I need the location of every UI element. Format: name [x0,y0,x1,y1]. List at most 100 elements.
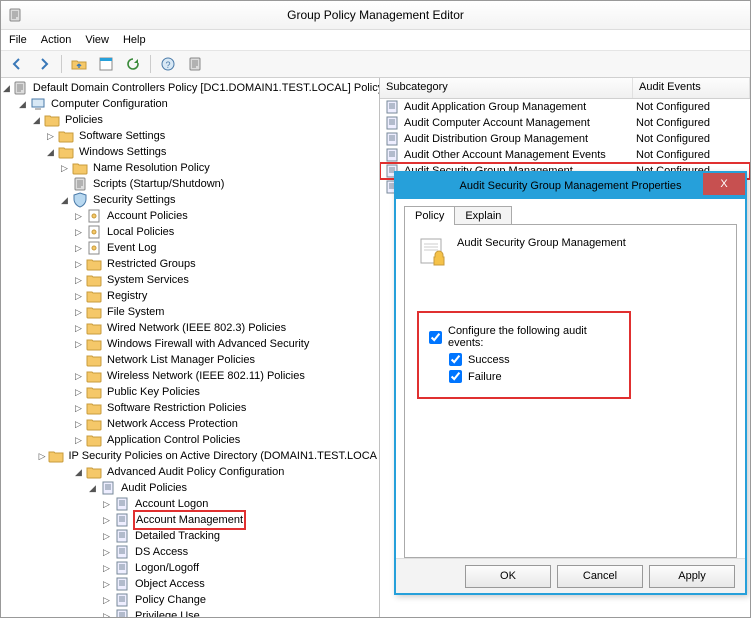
apply-button[interactable]: Apply [649,565,735,588]
expand-icon[interactable]: ▷ [73,435,84,446]
tree-item[interactable]: ▷Account Management [3,512,379,528]
tree-item[interactable]: ▷Event Log [3,240,379,256]
column-audit-events[interactable]: Audit Events [633,78,750,98]
tree-item[interactable]: ▷Software Settings [3,128,379,144]
up-button[interactable] [67,52,91,76]
properties-button[interactable] [94,52,118,76]
tree-item[interactable]: ◢Security Settings [3,192,379,208]
tree-item-label: Scripts (Startup/Shutdown) [91,176,226,192]
tree-item[interactable]: ▷Network Access Protection [3,416,379,432]
expand-icon[interactable]: ▷ [73,323,84,334]
expand-icon[interactable]: ▷ [101,595,112,606]
tree-item[interactable]: Scripts (Startup/Shutdown) [3,176,379,192]
cancel-button[interactable]: Cancel [557,565,643,588]
tree-item[interactable]: ▷Account Policies [3,208,379,224]
expand-icon[interactable]: ▷ [73,291,84,302]
expand-icon[interactable]: ▷ [73,403,84,414]
failure-checkbox-input[interactable] [449,370,462,383]
expand-icon[interactable]: ▷ [73,419,84,430]
tree-item[interactable]: ▷Privilege Use [3,608,379,617]
expand-icon[interactable]: ▷ [101,547,112,558]
list-row[interactable]: Audit Other Account Management EventsNot… [380,147,750,163]
ok-button[interactable]: OK [465,565,551,588]
expand-icon[interactable]: ▷ [101,563,112,574]
menu-action[interactable]: Action [41,34,72,46]
expand-icon[interactable]: ▷ [101,499,112,510]
tab-policy[interactable]: Policy [404,206,455,225]
list-row[interactable]: Audit Application Group ManagementNot Co… [380,99,750,115]
expand-icon[interactable]: ▷ [39,451,46,462]
collapse-icon[interactable]: ◢ [3,83,10,94]
tree-item[interactable]: ▷IP Security Policies on Active Director… [3,448,379,464]
tree-item[interactable]: ◢Audit Policies [3,480,379,496]
expand-icon[interactable]: ▷ [59,163,70,174]
expand-icon[interactable]: ▷ [73,243,84,254]
tree-item[interactable]: ▷Wired Network (IEEE 802.3) Policies [3,320,379,336]
list-row[interactable]: Audit Distribution Group ManagementNot C… [380,131,750,147]
expand-icon[interactable]: ▷ [73,371,84,382]
expand-icon[interactable]: ▷ [73,275,84,286]
tree-item[interactable]: ▷Restricted Groups [3,256,379,272]
success-checkbox-input[interactable] [449,353,462,366]
tree-item[interactable]: ▷Wireless Network (IEEE 802.11) Policies [3,368,379,384]
nav-forward-button[interactable] [32,52,56,76]
pol-icon [86,224,102,240]
expand-icon[interactable]: ▷ [73,307,84,318]
collapse-icon[interactable]: ◢ [59,195,70,206]
menu-view[interactable]: View [85,34,109,46]
expand-icon[interactable]: ▷ [73,259,84,270]
expand-icon[interactable]: ▷ [45,131,56,142]
expand-icon[interactable]: ▷ [101,531,112,542]
dialog-titlebar[interactable]: Audit Security Group Management Properti… [396,173,745,199]
folder-icon [86,288,102,304]
tree-item[interactable]: ◢Advanced Audit Policy Configuration [3,464,379,480]
tab-explain[interactable]: Explain [454,206,512,225]
collapse-icon[interactable]: ◢ [87,483,98,494]
expand-icon[interactable]: ▷ [73,211,84,222]
tree-item[interactable]: ◢Policies [3,112,379,128]
tree-item[interactable]: ▷Application Control Policies [3,432,379,448]
collapse-icon[interactable]: ◢ [31,115,42,126]
tree-item[interactable]: ◢Default Domain Controllers Policy [DC1.… [3,80,379,96]
folder-icon [86,384,102,400]
column-subcategory[interactable]: Subcategory [380,78,633,98]
tree-item[interactable]: ▷Windows Firewall with Advanced Security [3,336,379,352]
close-button[interactable]: X [703,173,745,195]
tree-item[interactable]: ▷Local Policies [3,224,379,240]
filter-button[interactable] [183,52,207,76]
nav-back-button[interactable] [5,52,29,76]
tree-item[interactable]: Network List Manager Policies [3,352,379,368]
comp-icon [30,96,46,112]
menu-file[interactable]: File [9,34,27,46]
expand-icon[interactable]: ▷ [101,515,112,526]
tree-item[interactable]: ▷Registry [3,288,379,304]
folder-icon [86,272,102,288]
tree-item[interactable]: ◢Windows Settings [3,144,379,160]
help-button[interactable] [156,52,180,76]
expand-icon[interactable]: ▷ [73,227,84,238]
tree-item[interactable]: ▷Object Access [3,576,379,592]
tree-item[interactable]: ◢Computer Configuration [3,96,379,112]
tree-pane[interactable]: ◢Default Domain Controllers Policy [DC1.… [1,78,380,617]
collapse-icon[interactable]: ◢ [73,467,84,478]
tree-item[interactable]: ▷System Services [3,272,379,288]
list-row[interactable]: Audit Computer Account ManagementNot Con… [380,115,750,131]
tree-item[interactable]: ▷Software Restriction Policies [3,400,379,416]
tree-item[interactable]: ▷Detailed Tracking [3,528,379,544]
tree-item[interactable]: ▷Public Key Policies [3,384,379,400]
collapse-icon[interactable]: ◢ [17,99,28,110]
tree-item[interactable]: ▷DS Access [3,544,379,560]
refresh-button[interactable] [121,52,145,76]
expand-icon[interactable]: ▷ [73,387,84,398]
tree-item[interactable]: ▷Logon/Logoff [3,560,379,576]
tree-item[interactable]: ▷Name Resolution Policy [3,160,379,176]
menu-help[interactable]: Help [123,34,146,46]
collapse-icon[interactable]: ◢ [45,147,56,158]
expand-icon[interactable]: ▷ [101,579,112,590]
configure-checkbox-input[interactable] [429,331,442,344]
tree-item[interactable]: ▷Policy Change [3,592,379,608]
tree-item[interactable]: ▷File System [3,304,379,320]
expand-icon[interactable]: ▷ [101,611,112,618]
expand-icon[interactable]: ▷ [73,339,84,350]
policy-subtitle: Audit Security Group Management [417,235,724,249]
